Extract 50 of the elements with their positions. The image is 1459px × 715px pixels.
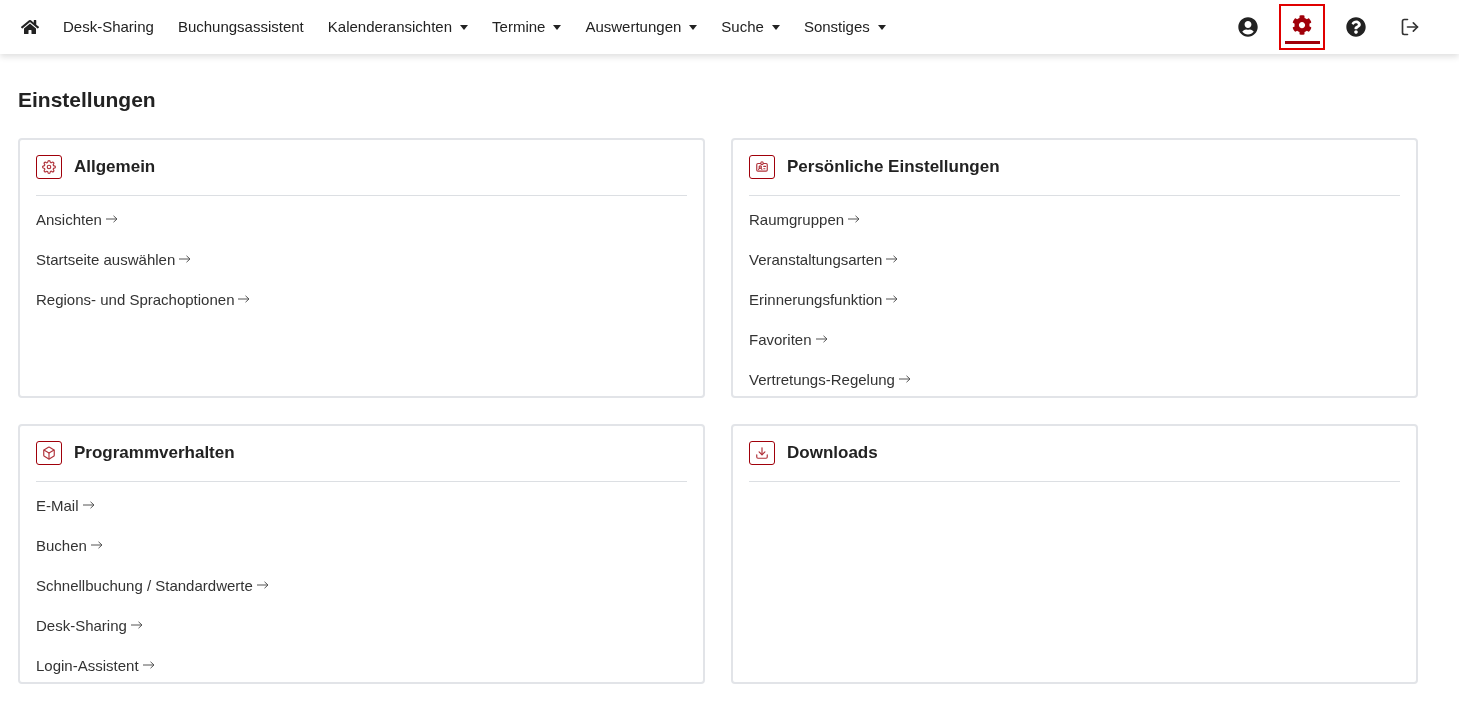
nav-menu-item[interactable]: Auswertungen — [585, 15, 698, 39]
arrow-icon — [105, 215, 118, 223]
arrow-icon — [848, 215, 861, 223]
settings-link[interactable]: Erinnerungsfunktion — [749, 288, 899, 310]
settings-link[interactable]: Startseite auswählen — [36, 248, 192, 270]
home-icon — [21, 18, 39, 36]
nav-menu-item[interactable]: Kalenderansichten — [327, 15, 469, 39]
card-title: Persönliche Einstellungen — [787, 156, 1000, 179]
arrow-icon — [142, 661, 155, 669]
settings-link[interactable]: E-Mail — [36, 494, 95, 516]
settings-link[interactable]: Ansichten — [36, 208, 118, 230]
nav-menu-item[interactable]: Desk-Sharing — [63, 15, 154, 39]
help-icon — [1346, 17, 1366, 37]
card-title: Downloads — [787, 442, 878, 465]
settings-link[interactable]: Favoriten — [749, 328, 828, 350]
settings-link[interactable]: Login-Assistent — [36, 654, 155, 676]
settings-link[interactable]: Veranstaltungsarten — [749, 248, 899, 270]
settings-icon — [1292, 14, 1312, 35]
logout-icon — [1400, 17, 1420, 37]
card-title: Programmverhalten — [74, 442, 235, 465]
arrow-icon — [238, 295, 251, 303]
arrow-icon — [886, 255, 899, 263]
download-icon — [749, 441, 775, 465]
nav-menu-item[interactable]: Termine — [492, 15, 562, 39]
arrow-icon — [886, 295, 899, 303]
settings-link[interactable]: Regions- und Sprachoptionen — [36, 288, 251, 310]
id-card-icon — [749, 155, 775, 179]
settings-link[interactable]: Schnellbuchung / Standardwerte — [36, 574, 269, 596]
gear-icon — [36, 155, 62, 179]
settings-link[interactable]: Desk-Sharing — [36, 614, 143, 636]
arrow-icon — [90, 541, 103, 549]
arrow-icon — [130, 621, 143, 629]
arrow-icon — [256, 581, 269, 589]
active-underline — [1284, 40, 1320, 44]
home-button[interactable] — [21, 18, 39, 36]
settings-link[interactable]: Vertretungs-Regelung — [749, 368, 911, 390]
arrow-icon — [179, 255, 192, 263]
nav-menu-item[interactable]: Suche — [721, 15, 780, 39]
settings-link[interactable]: Raumgruppen — [749, 208, 861, 230]
card-title: Allgemein — [74, 156, 156, 179]
settings-button[interactable] — [1279, 4, 1325, 50]
arrow-icon — [815, 335, 828, 343]
arrow-icon — [82, 501, 95, 509]
settings-link[interactable]: Buchen — [36, 534, 103, 556]
cube-icon — [36, 441, 62, 465]
user-icon — [1238, 17, 1258, 37]
arrow-icon — [898, 375, 911, 383]
nav-menu-item[interactable]: Sonstiges — [803, 15, 886, 39]
page-title: Einstellungen — [18, 87, 157, 113]
nav-menu-item[interactable]: Buchungsassistent — [177, 15, 304, 39]
